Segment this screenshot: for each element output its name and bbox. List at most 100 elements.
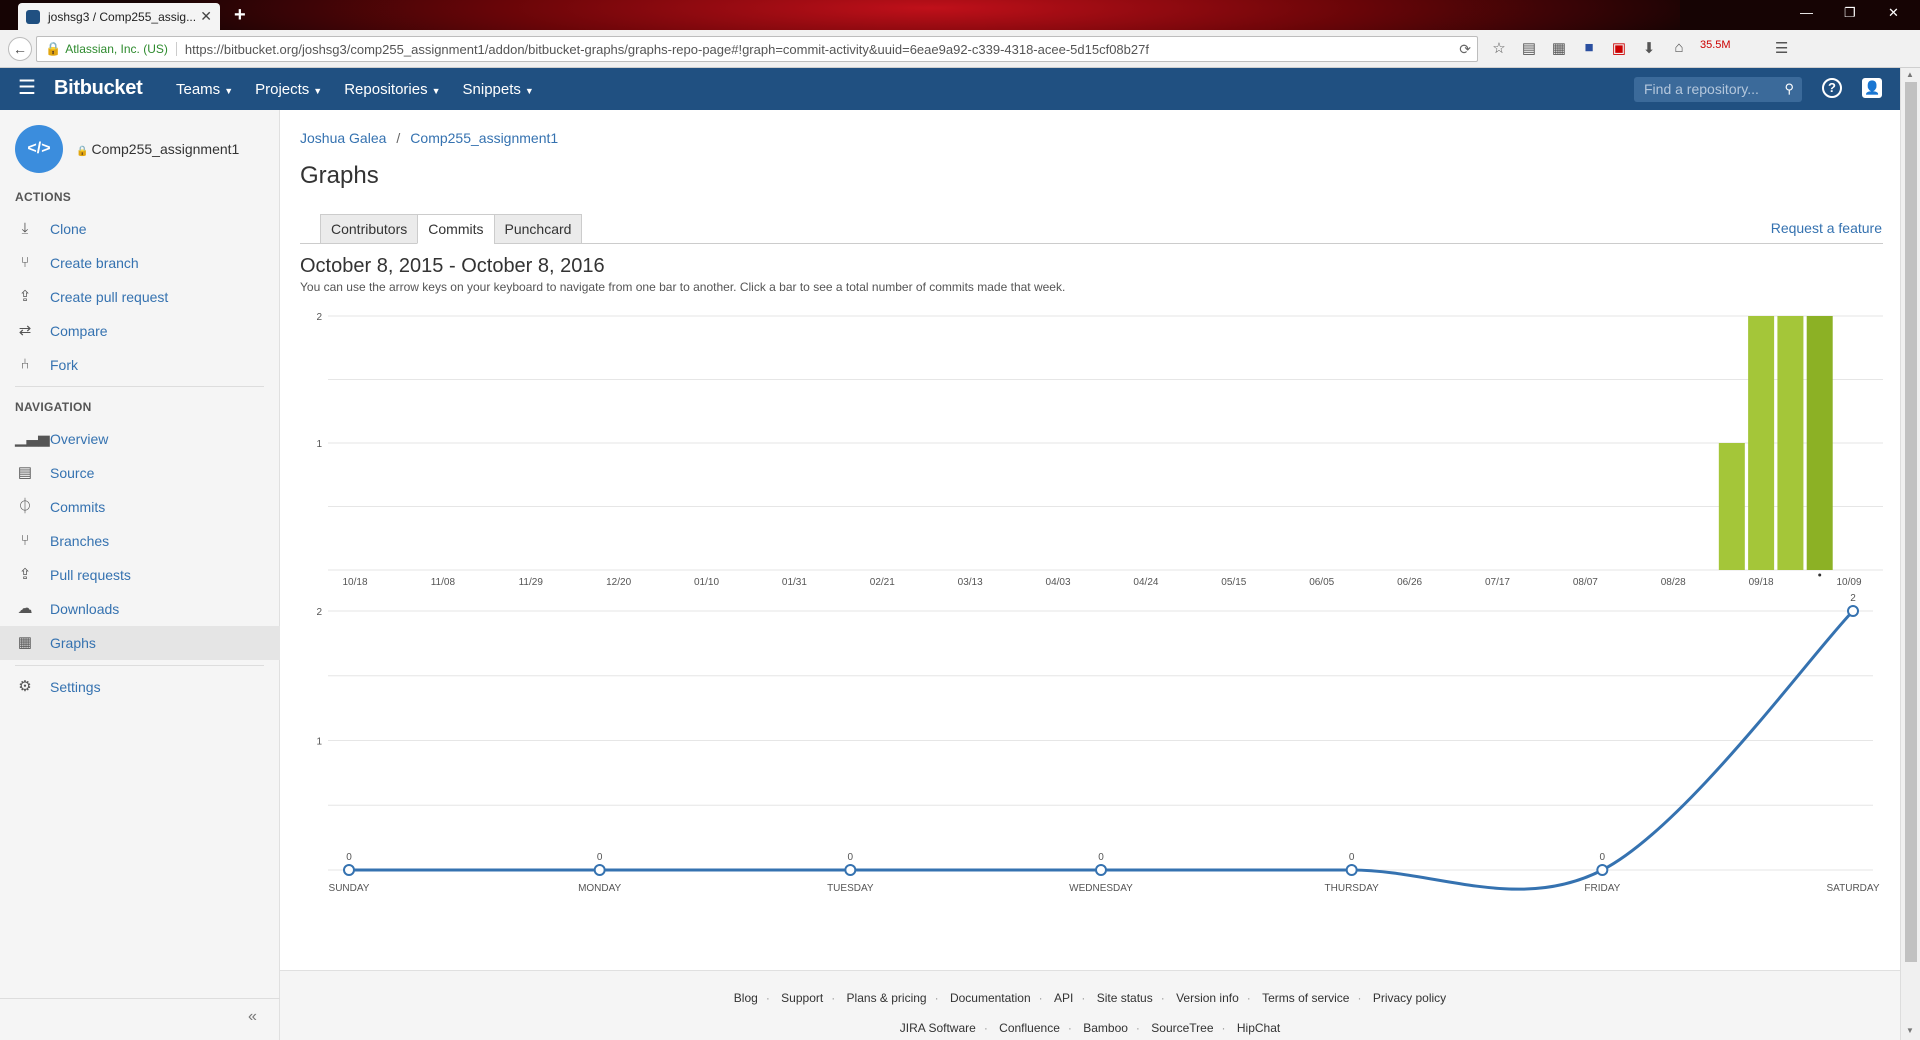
save-icon[interactable]: ■	[1580, 39, 1598, 57]
reload-icon[interactable]: ⟳	[1459, 41, 1471, 58]
y-tick-label: 1	[316, 737, 322, 748]
sidebar-item-source[interactable]: ▤ Source	[0, 456, 280, 490]
user-avatar-icon[interactable]: 👤	[1862, 78, 1882, 98]
branch-icon: ⑂	[20, 254, 30, 271]
repo-name[interactable]: 🔒 Comp255_assignment1	[76, 141, 239, 157]
close-window-icon[interactable]: ✕	[1888, 5, 1899, 21]
tab-commits[interactable]: Commits	[417, 214, 495, 244]
sidebar-item-overview[interactable]: ▁▃▅ Overview	[0, 422, 280, 456]
footer-link-blog[interactable]: Blog	[734, 991, 758, 1005]
divider	[15, 665, 264, 666]
footer-product-confluence[interactable]: Confluence	[999, 1021, 1060, 1035]
request-feature-link[interactable]: Request a feature	[1771, 220, 1882, 236]
sidebar-item-pull-requests[interactable]: ⇪ Pull requests	[0, 558, 280, 592]
sidebar-item-clone[interactable]: ⤓ Clone	[0, 212, 280, 246]
data-label: 0	[1098, 852, 1104, 863]
sidebar-item-settings[interactable]: ⚙ Settings	[0, 670, 280, 704]
menu-icon[interactable]: ☰	[1773, 39, 1791, 57]
footer-product-bamboo[interactable]: Bamboo	[1083, 1021, 1128, 1035]
bitbucket-favicon-icon	[26, 9, 40, 24]
sidebar-item-graphs[interactable]: ▦ Graphs	[0, 626, 280, 660]
chart-hint: You can use the arrow keys on your keybo…	[300, 280, 1066, 294]
footer-link-version-info[interactable]: Version info	[1176, 991, 1239, 1005]
minimize-icon[interactable]: —	[1800, 5, 1813, 20]
nav-repositories[interactable]: Repositories ▼	[344, 81, 440, 98]
browser-tab[interactable]: joshsg3 / Comp255_assig... ✕	[18, 3, 220, 30]
data-label: 0	[1349, 852, 1355, 863]
restore-icon[interactable]: ❐	[1844, 5, 1856, 21]
sidebar-item-branches[interactable]: ⑂ Branches	[0, 524, 280, 558]
download-arrow-icon[interactable]: ⬇	[1640, 39, 1658, 57]
footer-product-sourcetree[interactable]: SourceTree	[1151, 1021, 1213, 1035]
header-nav: Teams ▼ Projects ▼ Repositories ▼ Snippets ▼	[176, 81, 534, 98]
nav-teams[interactable]: Teams ▼	[176, 81, 233, 98]
bitbucket-logo[interactable]: Bitbucket	[54, 77, 143, 100]
tab-punchcard[interactable]: Punchcard	[493, 214, 583, 244]
x-tick-label: 04/03	[1046, 577, 1071, 588]
scroll-down-icon[interactable]: ▼	[1906, 1026, 1914, 1035]
footer-product-hipchat[interactable]: HipChat	[1237, 1021, 1280, 1035]
tab-contributors[interactable]: Contributors	[320, 214, 419, 244]
footer-link-site-status[interactable]: Site status	[1097, 991, 1153, 1005]
sidebar-item-label: Compare	[50, 323, 108, 339]
bookmark-star-icon[interactable]: ☆	[1490, 39, 1508, 57]
chevron-down-icon: ▼	[224, 86, 234, 96]
sidebar-item-downloads[interactable]: ☁ Downloads	[0, 592, 280, 626]
layout-icon[interactable]: ▦	[1550, 39, 1568, 57]
new-tab-icon[interactable]: +	[234, 4, 246, 27]
nav-snippets[interactable]: Snippets ▼	[463, 81, 534, 98]
close-tab-icon[interactable]: ✕	[200, 8, 212, 25]
sidebar-item-label: Settings	[50, 679, 101, 695]
footer-link-support[interactable]: Support	[781, 991, 823, 1005]
sidebar-item-create-pull-request[interactable]: ⇪ Create pull request	[0, 280, 280, 314]
x-tick-label: 06/05	[1309, 577, 1334, 588]
collapse-sidebar-icon[interactable]: «	[248, 1008, 257, 1026]
sidebar-item-fork[interactable]: ⑃ Fork	[0, 348, 280, 382]
help-icon[interactable]: ?	[1822, 78, 1842, 98]
sidebar: </> 🔒 Comp255_assignment1 ACTIONS ⤓ Clone …	[0, 110, 280, 1040]
address-bar[interactable]: 🔒 Atlassian, Inc. (US) https://bitbucket…	[36, 36, 1478, 62]
nav-projects[interactable]: Projects ▼	[255, 81, 322, 98]
search-icon: ⚲	[1784, 81, 1794, 96]
nav-teams-label: Teams	[176, 81, 221, 98]
breadcrumb-repo[interactable]: Comp255_assignment1	[410, 130, 558, 146]
footer-product-jira[interactable]: JIRA Software	[900, 1021, 976, 1035]
footer-link-api[interactable]: API	[1054, 991, 1073, 1005]
scrollbar-thumb[interactable]	[1905, 82, 1917, 962]
repo-avatar-icon[interactable]: </>	[15, 125, 63, 173]
separator-dot: ·	[1357, 991, 1362, 1005]
compare-icon: ⇄	[18, 322, 32, 339]
divider	[0, 998, 280, 999]
home-icon[interactable]: ⌂	[1670, 39, 1688, 57]
footer-link-privacy[interactable]: Privacy policy	[1373, 991, 1446, 1005]
memory-badge: 35.5M	[1700, 39, 1731, 51]
sidebar-item-compare[interactable]: ⇄ Compare	[0, 314, 280, 348]
footer-link-terms[interactable]: Terms of service	[1262, 991, 1349, 1005]
breadcrumb-owner[interactable]: Joshua Galea	[300, 130, 386, 146]
scroll-up-icon[interactable]: ▲	[1906, 70, 1914, 79]
x-tick-label: SATURDAY	[1827, 883, 1880, 894]
repository-search-input[interactable]: Find a repository... ⚲	[1634, 77, 1802, 102]
data-point	[1345, 864, 1358, 876]
footer-link-plans[interactable]: Plans & pricing	[847, 991, 927, 1005]
separator-dot: ·	[1067, 1021, 1072, 1035]
x-tick-label: 01/10	[694, 577, 719, 588]
pdf-icon[interactable]: ▣	[1610, 39, 1628, 57]
sidebar-item-label: Overview	[50, 431, 109, 447]
app-header: ☰ Bitbucket Teams ▼ Projects ▼ Repositorie…	[0, 68, 1900, 110]
data-point	[593, 864, 606, 876]
nav-repositories-label: Repositories	[344, 81, 428, 98]
source-icon: ▤	[17, 464, 33, 481]
sidebar-item-create-branch[interactable]: ⑂ Create branch	[0, 246, 280, 280]
divider	[15, 386, 264, 387]
hamburger-menu-icon[interactable]: ☰	[18, 78, 36, 98]
data-label: 0	[848, 852, 854, 863]
sidebar-item-commits[interactable]: ⏀ Commits	[0, 490, 280, 524]
reading-list-icon[interactable]: ▤	[1520, 39, 1538, 57]
separator-dot: ·	[934, 991, 939, 1005]
back-icon[interactable]: ←	[8, 37, 32, 61]
x-tick-label: 08/28	[1661, 577, 1686, 588]
footer-link-documentation[interactable]: Documentation	[950, 991, 1031, 1005]
page-scrollbar[interactable]: ▲ ▼	[1900, 68, 1920, 1040]
x-tick-label: 11/08	[431, 577, 456, 588]
